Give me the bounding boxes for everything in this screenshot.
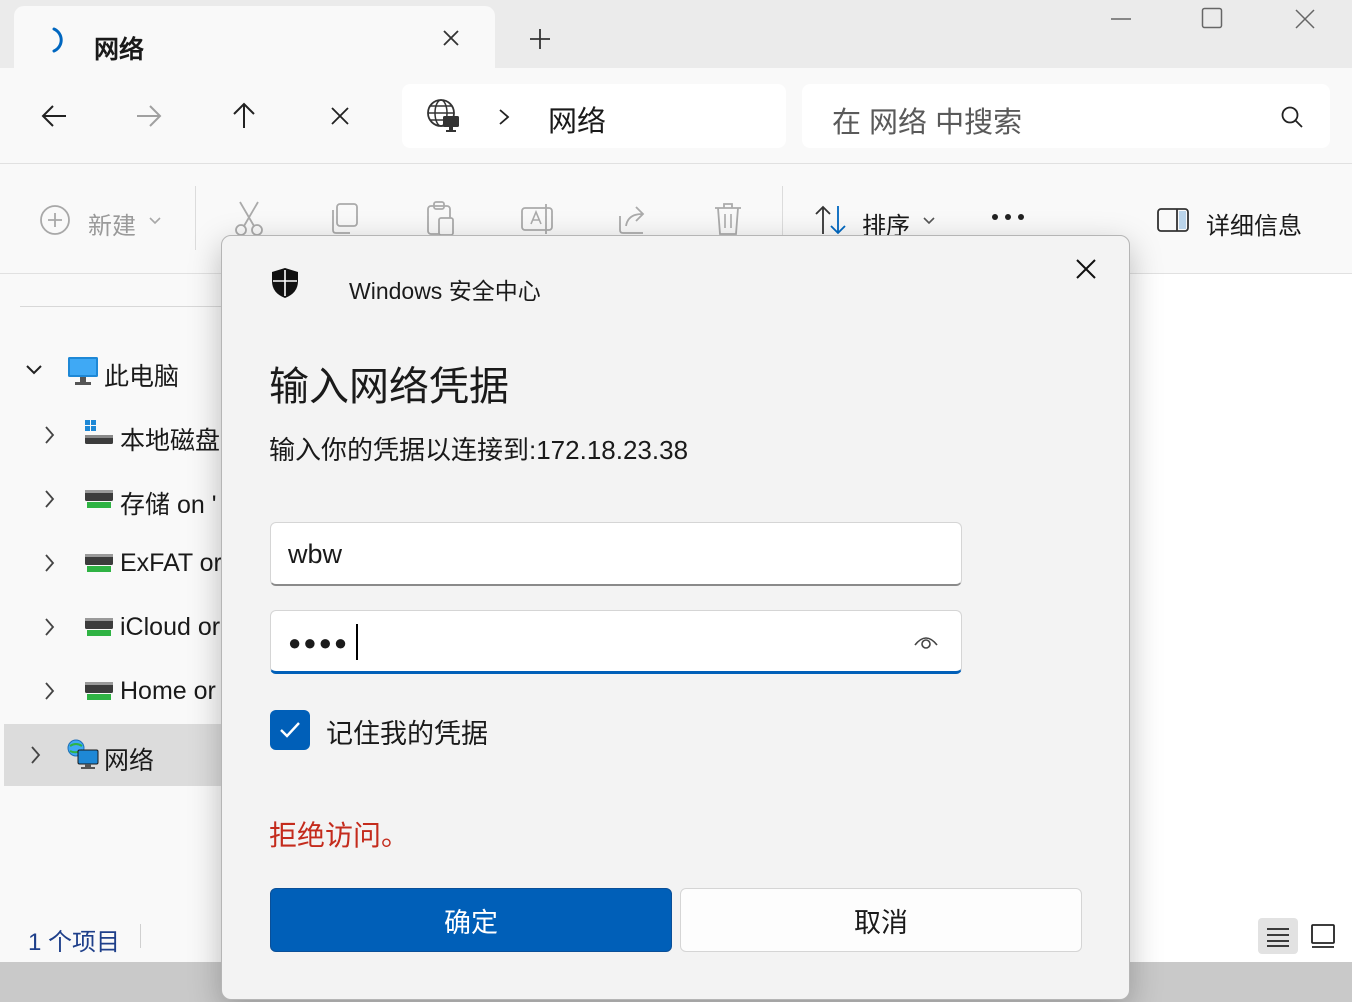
up-icon[interactable] [230, 101, 258, 129]
details-view-icon [1267, 928, 1289, 947]
computer-icon [68, 357, 98, 385]
search-icon[interactable] [1280, 105, 1304, 129]
remember-label[interactable]: 记住我的凭据 [326, 712, 488, 751]
network-drive-icon [85, 490, 113, 508]
close-window-icon[interactable] [1294, 8, 1316, 30]
toolbar-divider [195, 186, 196, 250]
loading-spinner-icon [52, 27, 63, 53]
collapsed-chevron-icon[interactable] [44, 489, 56, 509]
tab-bar: 网络 [0, 0, 1352, 68]
username-field[interactable]: wbw [270, 522, 962, 586]
tree-label-network: 网络 [104, 747, 155, 775]
local-disk-icon [85, 420, 113, 444]
cancel-button[interactable]: 取消 [680, 888, 1082, 952]
rename-icon[interactable] [520, 202, 556, 236]
expand-chevron-icon[interactable] [25, 364, 43, 376]
chevron-down-icon [923, 217, 935, 225]
tab-title: 网络 [94, 36, 145, 64]
nav-divider [20, 306, 230, 307]
collapsed-chevron-icon[interactable] [44, 425, 56, 445]
forward-icon[interactable] [135, 102, 163, 130]
stop-icon[interactable] [330, 106, 350, 126]
collapsed-chevron-icon[interactable] [44, 617, 56, 637]
tree-item-network-drive[interactable]: Home or [0, 664, 230, 718]
password-field[interactable]: ●●●● [270, 610, 962, 674]
address-location: 网络 [548, 106, 607, 138]
tree-item-network[interactable]: 网络 [4, 724, 230, 786]
breadcrumb-chevron-icon[interactable] [497, 107, 511, 127]
new-button-label: 新建 [88, 213, 136, 240]
maximize-icon[interactable] [1201, 7, 1223, 29]
ok-button[interactable]: 确定 [270, 888, 672, 952]
dialog-message: 输入你的凭据以连接到:172.18.23.38 [269, 435, 689, 465]
more-options-icon[interactable] [990, 212, 1026, 222]
dialog-source: Windows 安全中心 [349, 278, 541, 304]
checkmark-icon [280, 722, 300, 738]
network-globe-icon [427, 99, 459, 132]
network-icon [67, 739, 99, 769]
network-drive-icon [85, 618, 113, 636]
details-pane-button[interactable]: 详细信息 [1156, 202, 1316, 240]
tab-network[interactable]: 网络 [14, 6, 495, 68]
navigation-pane: 此电脑 本地磁盘 存储 on ' ExFAT or iCloud or Home… [0, 274, 230, 962]
paste-icon[interactable] [424, 200, 458, 238]
collapsed-chevron-icon[interactable] [44, 553, 56, 573]
details-pane-label: 详细信息 [1206, 213, 1302, 240]
text-caret [356, 624, 358, 660]
tree-label-drive: Home or [120, 677, 216, 705]
item-count: 1 个项目 [28, 929, 121, 956]
share-icon[interactable] [616, 202, 652, 236]
copy-icon[interactable] [328, 202, 362, 236]
tree-label-drive: iCloud or [120, 613, 221, 641]
sort-button[interactable]: 排序 [814, 202, 944, 240]
new-button[interactable]: 新建 [38, 202, 168, 240]
tree-label-drive: ExFAT or [120, 549, 222, 577]
reveal-password-icon[interactable] [913, 633, 939, 651]
tree-item-network-drive[interactable]: iCloud or [0, 600, 230, 654]
tree-item-this-pc[interactable]: 此电脑 [0, 344, 230, 398]
network-drive-icon [85, 554, 113, 572]
password-mask: ●●●● [288, 630, 350, 655]
collapsed-chevron-icon[interactable] [30, 745, 42, 765]
network-drive-icon [85, 682, 113, 700]
tree-item-network-drive[interactable]: ExFAT or [0, 536, 230, 590]
minimize-icon[interactable] [1110, 8, 1132, 30]
sort-icon [815, 205, 846, 235]
shield-icon [272, 268, 298, 298]
back-icon[interactable] [40, 102, 68, 130]
details-pane-icon [1157, 208, 1189, 232]
username-value: wbw [288, 539, 343, 569]
details-view-button[interactable] [1258, 918, 1298, 954]
delete-icon[interactable] [712, 200, 744, 238]
address-bar[interactable]: 网络 [402, 84, 786, 148]
collapsed-chevron-icon[interactable] [44, 681, 56, 701]
search-placeholder: 在 网络 中搜索 [832, 107, 1023, 139]
navigation-bar: 网络 在 网络 中搜索 [0, 68, 1352, 164]
tree-label-drive: 本地磁盘 [120, 427, 221, 455]
tree-item-local-disk[interactable]: 本地磁盘 [0, 408, 230, 462]
large-icons-view-icon[interactable] [1310, 924, 1336, 948]
add-circle-icon [40, 205, 70, 235]
cut-icon[interactable] [232, 200, 266, 238]
close-dialog-icon[interactable] [1075, 258, 1097, 280]
search-box[interactable]: 在 网络 中搜索 [802, 84, 1330, 148]
tree-label-drive: 存储 on ' [120, 491, 217, 519]
new-tab-icon[interactable] [528, 27, 552, 51]
close-tab-icon[interactable] [441, 28, 461, 48]
credential-dialog: Windows 安全中心 输入网络凭据 输入你的凭据以连接到:172.18.23… [221, 235, 1130, 1000]
error-message: 拒绝访问。 [269, 820, 410, 851]
status-divider [140, 924, 141, 948]
dialog-title: 输入网络凭据 [269, 365, 509, 409]
chevron-down-icon [149, 217, 161, 225]
tree-label-this-pc: 此电脑 [104, 363, 180, 391]
tree-item-network-drive[interactable]: 存储 on ' [0, 472, 230, 526]
remember-checkbox[interactable] [270, 710, 310, 750]
